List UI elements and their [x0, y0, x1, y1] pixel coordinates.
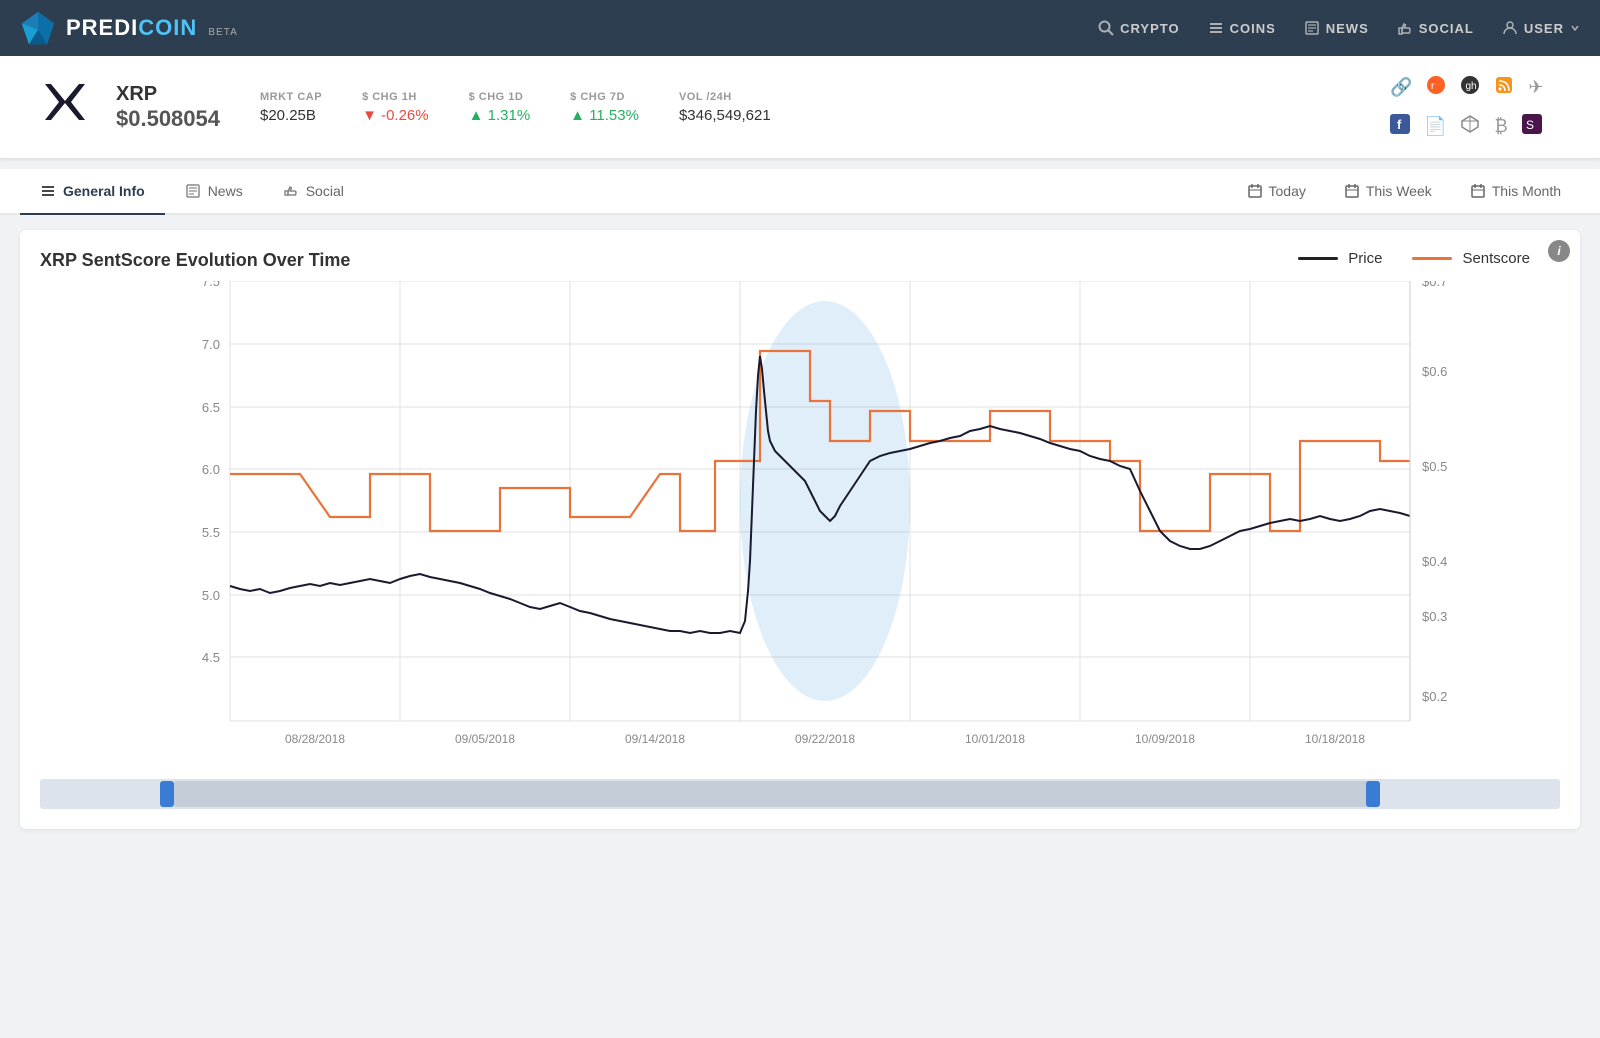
coin-social-icons: 🔗 r gh ✈ f 📄 ₿ S: [1390, 75, 1570, 139]
sub-nav: General Info News Social: [0, 169, 1600, 215]
legend-price: Price: [1298, 250, 1382, 267]
info-button[interactable]: i: [1548, 240, 1570, 262]
github-icon[interactable]: gh: [1460, 75, 1480, 100]
time-btn-this-month[interactable]: This Month: [1451, 172, 1580, 210]
stat-chg-1h: $ CHG 1H ▼ -0.26%: [362, 91, 429, 124]
svg-text:09/22/2018: 09/22/2018: [795, 732, 855, 746]
chart-scrollbar[interactable]: [40, 779, 1560, 809]
svg-text:6.0: 6.0: [202, 462, 220, 477]
svg-text:7.0: 7.0: [202, 337, 220, 352]
scrollbar-left-thumb[interactable]: [160, 781, 174, 807]
svg-text:$0.7: $0.7: [1422, 281, 1447, 289]
svg-text:6.5: 6.5: [202, 400, 220, 415]
chg-1h-value: ▼ -0.26%: [362, 107, 429, 124]
slack-icon[interactable]: S: [1522, 114, 1542, 139]
tab-social[interactable]: Social: [263, 169, 364, 215]
svg-text:08/28/2018: 08/28/2018: [285, 732, 345, 746]
xrp-logo: [30, 72, 100, 142]
navbar: PREDICOIN BETA CRYPTO COINS NEWS: [0, 0, 1600, 56]
svg-text:5.0: 5.0: [202, 588, 220, 603]
sub-nav-right: Today This Week This Month: [1228, 172, 1580, 210]
nav-user[interactable]: USER: [1502, 20, 1580, 36]
brand-name: PREDICOIN BETA: [66, 15, 238, 41]
time-btn-this-week[interactable]: This Week: [1325, 172, 1451, 210]
chg-7d-value: ▲ 11.53%: [570, 107, 639, 124]
chart-svg: 7.5 7.0 6.5 6.0 5.5 5.0 4.5 $0.7 $0.6 $0…: [40, 281, 1560, 771]
navbar-nav: CRYPTO COINS NEWS SOCIAL: [1098, 20, 1580, 36]
send-icon[interactable]: ✈: [1528, 77, 1543, 98]
coin-name-price: XRP $0.508054: [116, 83, 220, 132]
tab-news[interactable]: News: [165, 169, 263, 215]
hamburger-icon: [40, 183, 56, 199]
chart-section: XRP SentScore Evolution Over Time Price …: [20, 230, 1580, 829]
news-tab-icon: [185, 183, 201, 199]
week-icon: [1344, 183, 1360, 199]
today-icon: [1247, 183, 1263, 199]
sub-nav-left: General Info News Social: [20, 169, 364, 213]
svg-text:gh: gh: [1466, 81, 1477, 92]
coin-price: $0.508054: [116, 106, 220, 132]
facebook-icon[interactable]: f: [1390, 114, 1410, 139]
bitcoin-icon[interactable]: ₿: [1494, 116, 1507, 137]
chg-1d-value: ▲ 1.31%: [469, 107, 531, 124]
chevron-down-icon: [1570, 23, 1580, 33]
newspaper-icon: [1304, 20, 1320, 36]
nav-crypto[interactable]: CRYPTO: [1098, 20, 1179, 36]
svg-text:5.5: 5.5: [202, 525, 220, 540]
list-icon: [1208, 20, 1224, 36]
svg-text:10/09/2018: 10/09/2018: [1135, 732, 1195, 746]
svg-text:10/01/2018: 10/01/2018: [965, 732, 1025, 746]
search-icon: [1098, 20, 1114, 36]
time-btn-today[interactable]: Today: [1228, 172, 1325, 210]
svg-text:$0.5: $0.5: [1422, 459, 1447, 474]
logo-icon: [20, 10, 56, 46]
nav-social[interactable]: SOCIAL: [1397, 20, 1474, 36]
nav-coins[interactable]: COINS: [1208, 20, 1276, 36]
svg-text:S: S: [1526, 118, 1534, 132]
chart-container: 7.5 7.0 6.5 6.0 5.5 5.0 4.5 $0.7 $0.6 $0…: [40, 281, 1560, 771]
user-icon: [1502, 20, 1518, 36]
coin-logo-area: XRP $0.508054: [30, 72, 220, 142]
social-tab-icon: [283, 183, 299, 199]
coin-symbol: XRP: [116, 83, 220, 106]
reddit-icon[interactable]: r: [1426, 75, 1446, 100]
stat-chg-1d: $ CHG 1D ▲ 1.31%: [469, 91, 531, 124]
price-line-indicator: [1298, 257, 1338, 260]
chart-legend: Price Sentscore: [1298, 250, 1530, 267]
svg-text:$0.4: $0.4: [1422, 554, 1447, 569]
svg-text:4.5: 4.5: [202, 650, 220, 665]
svg-text:$0.6: $0.6: [1422, 364, 1447, 379]
scrollbar-right-thumb[interactable]: [1366, 781, 1380, 807]
tab-general-info[interactable]: General Info: [20, 169, 165, 215]
scrollbar-content-area: [174, 781, 1370, 807]
brand: PREDICOIN BETA: [20, 10, 238, 46]
svg-text:09/05/2018: 09/05/2018: [455, 732, 515, 746]
svg-text:10/18/2018: 10/18/2018: [1305, 732, 1365, 746]
legend-sentscore: Sentscore: [1412, 250, 1530, 267]
stat-mrkt-cap: MRKT CAP $20.25B: [260, 91, 322, 124]
sentscore-line-indicator: [1412, 257, 1452, 260]
link-icon[interactable]: 🔗: [1390, 77, 1412, 98]
nav-news[interactable]: NEWS: [1304, 20, 1369, 36]
month-icon: [1470, 183, 1486, 199]
svg-text:7.5: 7.5: [202, 281, 220, 289]
doc-icon[interactable]: 📄: [1424, 116, 1446, 137]
svg-text:09/14/2018: 09/14/2018: [625, 732, 685, 746]
cube-icon[interactable]: [1460, 114, 1480, 139]
stat-chg-7d: $ CHG 7D ▲ 11.53%: [570, 91, 639, 124]
svg-text:f: f: [1397, 117, 1402, 132]
coin-header: XRP $0.508054 MRKT CAP $20.25B $ CHG 1H …: [0, 56, 1600, 159]
coin-stats: MRKT CAP $20.25B $ CHG 1H ▼ -0.26% $ CHG…: [260, 91, 1350, 124]
rss-icon[interactable]: [1494, 75, 1514, 100]
thumbsup-icon: [1397, 20, 1413, 36]
svg-text:$0.3: $0.3: [1422, 609, 1447, 624]
svg-text:$0.2: $0.2: [1422, 689, 1447, 704]
stat-vol: VOL /24H $346,549,621: [679, 91, 771, 124]
